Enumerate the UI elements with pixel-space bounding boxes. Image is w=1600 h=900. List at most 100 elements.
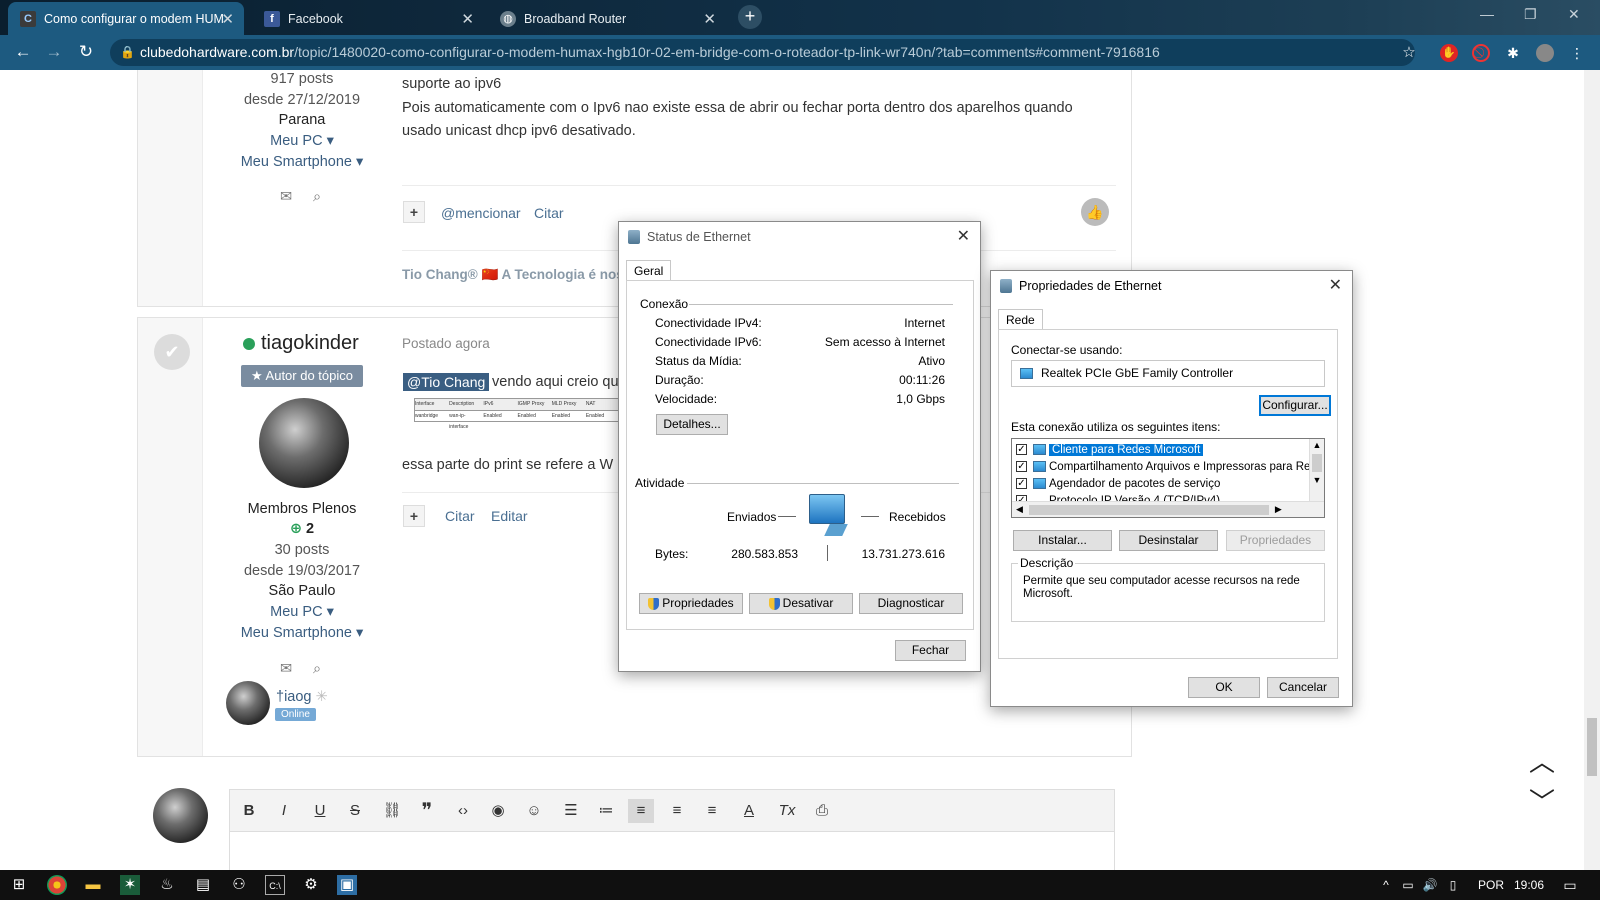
close-icon[interactable]: ✕ (1329, 275, 1342, 295)
align-right-icon[interactable]: ≡ (699, 799, 725, 823)
close-tab-icon[interactable]: ✕ (221, 10, 234, 28)
diagnose-button[interactable]: Diagnosticar (859, 593, 963, 614)
search-icon[interactable]: ⌕ (313, 189, 321, 205)
block-extension-icon[interactable]: ⃠ (1472, 44, 1490, 62)
online-user-name[interactable]: †iaog ✳ (276, 689, 328, 705)
steam-icon[interactable]: ♨ (157, 875, 177, 895)
command-prompt-icon[interactable]: C:\ (265, 875, 285, 895)
tray-chevron-up-icon[interactable]: ^ (1376, 875, 1396, 895)
network-control-panel-icon[interactable]: ▣ (337, 875, 357, 895)
tab-facebook[interactable]: f Facebook ✕ (252, 2, 484, 35)
uninstall-button[interactable]: Desinstalar (1119, 530, 1218, 551)
like-thumb-icon[interactable]: 👍 (1081, 198, 1109, 226)
forward-arrow-icon[interactable]: → (43, 42, 65, 62)
author-username[interactable]: tiagokinder (243, 332, 359, 355)
online-user-avatar[interactable] (226, 681, 270, 725)
configure-button[interactable]: Configurar... (1259, 395, 1331, 416)
stop-extension-icon[interactable]: ✋ (1440, 44, 1458, 62)
tab-clubedohardware[interactable]: C Como configurar o modem HUM ✕ (8, 2, 244, 35)
app-taskbar-icon[interactable]: ✶ (120, 875, 140, 895)
list-item[interactable]: ✓ Agendador de pacotes de serviço (1016, 476, 1220, 492)
quote-icon[interactable]: ❞ (414, 799, 440, 823)
bullet-list-icon[interactable]: ☰ (558, 799, 584, 823)
reload-icon[interactable]: ↻ (75, 42, 97, 62)
disable-button[interactable]: Desativar (749, 593, 853, 614)
close-icon[interactable]: ✕ (957, 226, 970, 246)
dialog-titlebar[interactable]: Propriedades de Ethernet (991, 271, 1352, 301)
strikethrough-icon[interactable]: S (342, 799, 368, 823)
puzzle-extensions-icon[interactable]: ✱ (1504, 44, 1522, 62)
underline-icon[interactable]: U (307, 799, 333, 823)
my-pc-dropdown[interactable]: Meu PC ▾ (222, 133, 382, 149)
align-center-icon[interactable]: ≡ (664, 799, 690, 823)
restore-icon[interactable]: ❐ (1524, 6, 1537, 23)
code-icon[interactable]: ‹› (450, 799, 476, 823)
quote-link[interactable]: Citar (445, 508, 475, 524)
new-tab-button[interactable]: + (738, 5, 762, 29)
multiquote-plus-button[interactable]: + (403, 505, 425, 527)
close-button[interactable]: Fechar (895, 640, 966, 661)
list-item[interactable]: ✓ Cliente para Redes Microsoft (1016, 442, 1204, 458)
multiquote-plus-button[interactable]: + (403, 201, 425, 223)
bold-icon[interactable]: B (236, 799, 262, 823)
reply-editor[interactable]: B I U S ⛓ ❞ ‹› ◉ ☺ ☰ ≔ ≡ ≡ ≡ A Tx ⎙ (229, 789, 1115, 874)
listbox-horizontal-scrollbar[interactable]: ◀ ▶ (1012, 501, 1324, 517)
usb-tray-icon[interactable]: ▯ (1443, 875, 1463, 895)
checkbox[interactable]: ✓ (1016, 444, 1027, 456)
input-language[interactable]: POR (1478, 878, 1504, 892)
message-icon[interactable]: ✉ (280, 189, 292, 205)
page-scrollbar[interactable] (1584, 70, 1600, 870)
align-left-icon[interactable]: ≡ (628, 799, 654, 823)
bookmark-star-icon[interactable]: ☆ (1400, 44, 1418, 62)
message-icon[interactable]: ✉ (280, 661, 292, 677)
my-smartphone-dropdown[interactable]: Meu Smartphone ▾ (222, 154, 382, 170)
back-arrow-icon[interactable]: ← (12, 42, 34, 62)
close-window-icon[interactable]: ✕ (1568, 6, 1580, 23)
tab-broadband-router[interactable]: ◍ Broadband Router ✕ (488, 2, 726, 35)
volume-tray-icon[interactable]: 🔊 (1420, 875, 1440, 895)
dialog-titlebar[interactable]: Status de Ethernet (619, 222, 980, 252)
emoji-icon[interactable]: ☺ (521, 799, 547, 823)
tab-network[interactable]: Rede (998, 309, 1043, 330)
checkbox[interactable]: ✓ (1016, 461, 1027, 473)
windows-start-icon[interactable]: ⊞ (9, 875, 29, 895)
cancel-button[interactable]: Cancelar (1267, 677, 1339, 698)
chrome-taskbar-icon[interactable] (47, 875, 67, 895)
list-item[interactable]: ✓ Compartilhamento Arquivos e Impressoras… (1016, 459, 1324, 475)
file-explorer-icon[interactable]: ▬ (83, 875, 103, 895)
clock[interactable]: 19:06 (1514, 878, 1544, 892)
details-button[interactable]: Detalhes... (656, 414, 728, 435)
network-tray-icon[interactable]: ▭ (1398, 875, 1418, 895)
ok-button[interactable]: OK (1188, 677, 1260, 698)
user-mention-tag[interactable]: @Tio Chang (403, 373, 490, 391)
notifications-icon[interactable]: ▭ (1560, 875, 1580, 895)
scroll-up-chevron-icon[interactable]: ︿ (1529, 742, 1555, 779)
mention-link[interactable]: @mencionar (441, 205, 521, 221)
install-button[interactable]: Instalar... (1013, 530, 1112, 551)
notepad-icon[interactable]: ▤ (193, 875, 213, 895)
preview-icon[interactable]: ⎙ (809, 799, 835, 823)
game-launcher-icon[interactable]: ⚇ (229, 875, 249, 895)
link-icon[interactable]: ⛓ (379, 799, 405, 823)
address-bar[interactable]: 🔒 clubedohardware.com.br/topic/1480020-c… (110, 39, 1415, 66)
close-tab-icon[interactable]: ✕ (461, 10, 474, 28)
profile-avatar-icon[interactable] (1536, 44, 1554, 62)
properties-button[interactable]: Propriedades (639, 593, 743, 614)
my-pc-dropdown[interactable]: Meu PC ▾ (222, 604, 382, 620)
menu-dots-icon[interactable]: ⋮ (1568, 44, 1586, 62)
item-properties-button[interactable]: Propriedades (1226, 530, 1325, 551)
checkbox[interactable]: ✓ (1016, 478, 1027, 490)
minimize-icon[interactable]: — (1480, 6, 1494, 22)
spoiler-eye-icon[interactable]: ◉ (485, 799, 511, 823)
listbox-vertical-scrollbar[interactable]: ▲ ▼ (1309, 439, 1324, 501)
scrollbar-thumb[interactable] (1587, 718, 1597, 776)
numbered-list-icon[interactable]: ≔ (593, 799, 619, 823)
author-avatar[interactable] (259, 398, 349, 488)
clear-format-icon[interactable]: Tx (774, 799, 800, 823)
close-tab-icon[interactable]: ✕ (703, 10, 716, 28)
font-color-icon[interactable]: A (736, 799, 762, 823)
italic-icon[interactable]: I (271, 799, 297, 823)
tab-general[interactable]: Geral (626, 260, 672, 281)
settings-gear-icon[interactable]: ⚙ (301, 875, 321, 895)
scroll-down-chevron-icon[interactable]: ﹀ (1529, 782, 1555, 819)
